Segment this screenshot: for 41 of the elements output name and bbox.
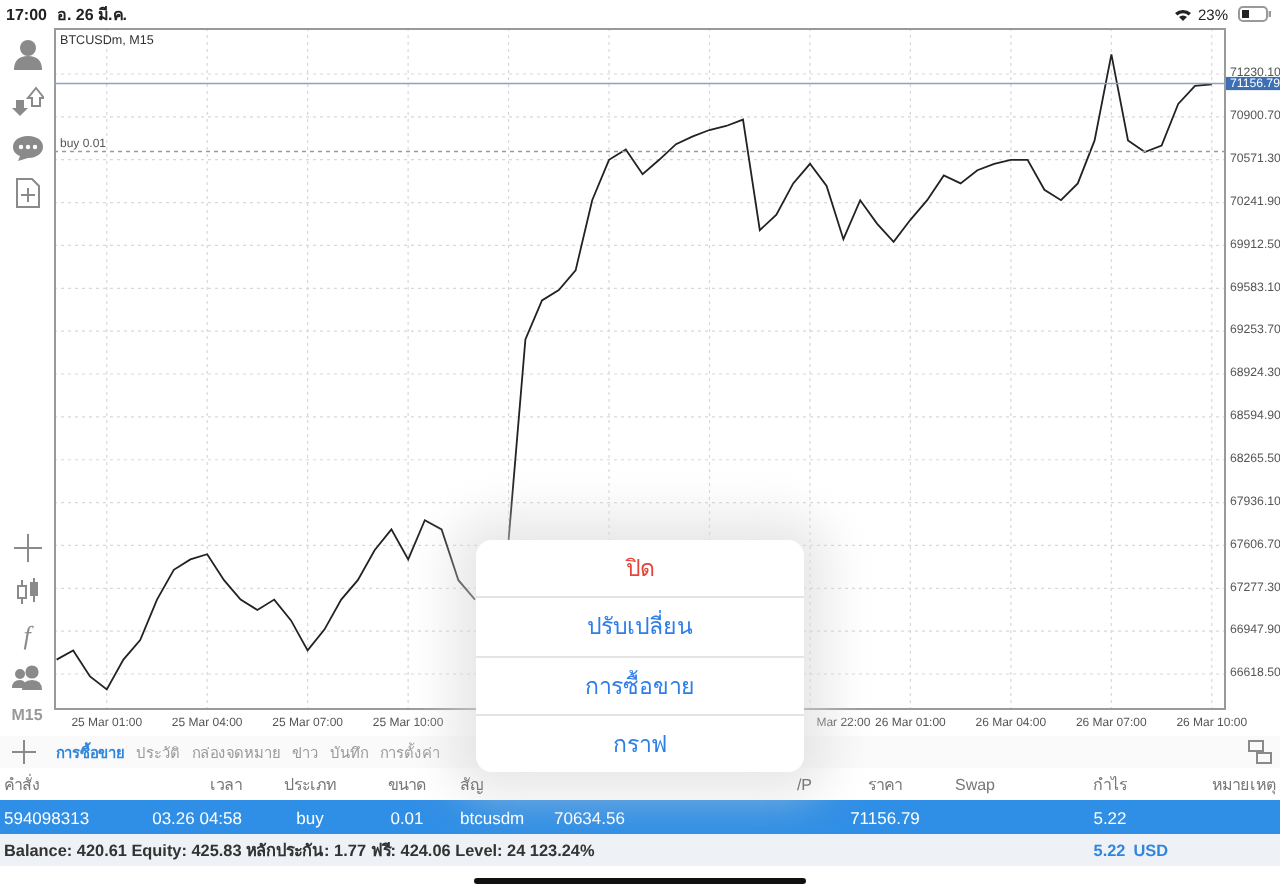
column-header: ประเภท bbox=[282, 773, 338, 797]
total-profit: 5.22 bbox=[1093, 841, 1126, 859]
indicator-button[interactable]: f bbox=[23, 622, 31, 648]
crosshair-icon[interactable] bbox=[13, 534, 41, 562]
arrows-icon[interactable] bbox=[11, 86, 43, 118]
status-time: 17:00 bbox=[6, 5, 47, 23]
column-header: สัญ bbox=[458, 773, 486, 797]
table-cell-text: 5.22 bbox=[1091, 807, 1129, 827]
position-row[interactable]: 594098313 03.26 04:58 buy 0.01 btcusdm 70634.56 71156.79 5.22 bbox=[0, 800, 1280, 834]
layout-icon[interactable] bbox=[1248, 740, 1272, 764]
candlestick-icon[interactable] bbox=[15, 578, 39, 606]
wifi-icon bbox=[1173, 7, 1192, 21]
table-cell-text: 0.01 bbox=[388, 807, 426, 827]
column-header: ขนาด bbox=[386, 773, 428, 797]
new-document-icon[interactable] bbox=[15, 178, 39, 208]
menu-item[interactable]: การซื้อขาย bbox=[476, 657, 804, 716]
menu-item[interactable]: ปรับเปลี่ยน bbox=[476, 598, 804, 657]
people-icon[interactable] bbox=[11, 664, 43, 690]
battery-icon bbox=[1238, 6, 1272, 22]
column-header: หมายเหตุ bbox=[1210, 773, 1278, 797]
currency: USD bbox=[1133, 841, 1168, 859]
account-summary: Balance: 420.61 Equity: 425.83 หลักประกัน: 1.77 ฟรี: 424.06 Level: 24 123.24% bbox=[4, 839, 597, 863]
table-cell-text: btcusdm bbox=[458, 807, 527, 827]
table-cell-text: 71156.79 bbox=[848, 807, 922, 827]
column-header: ราคา bbox=[866, 773, 904, 797]
column-header: เวลา bbox=[208, 773, 244, 797]
table-cell-text: 70634.56 bbox=[552, 807, 627, 827]
status-date: อ. 26 มี.ค. bbox=[56, 3, 127, 27]
column-header: Swap bbox=[952, 775, 997, 793]
table-cell-text: 03.26 04:58 bbox=[150, 807, 244, 827]
table-cell-text: 594098313 bbox=[2, 807, 92, 827]
add-icon[interactable] bbox=[12, 740, 36, 764]
column-header: /P bbox=[794, 775, 814, 793]
chat-icon[interactable] bbox=[11, 134, 43, 162]
menu-item[interactable]: กราฟ bbox=[476, 715, 804, 772]
column-header: คำสั่ง bbox=[2, 772, 42, 797]
table-cell-text: buy bbox=[294, 807, 326, 827]
menu-item[interactable]: ปิด bbox=[476, 540, 804, 599]
user-icon[interactable] bbox=[11, 38, 43, 70]
timeframe-button[interactable]: M15 bbox=[11, 706, 43, 724]
column-header: กำไร bbox=[1091, 773, 1129, 797]
